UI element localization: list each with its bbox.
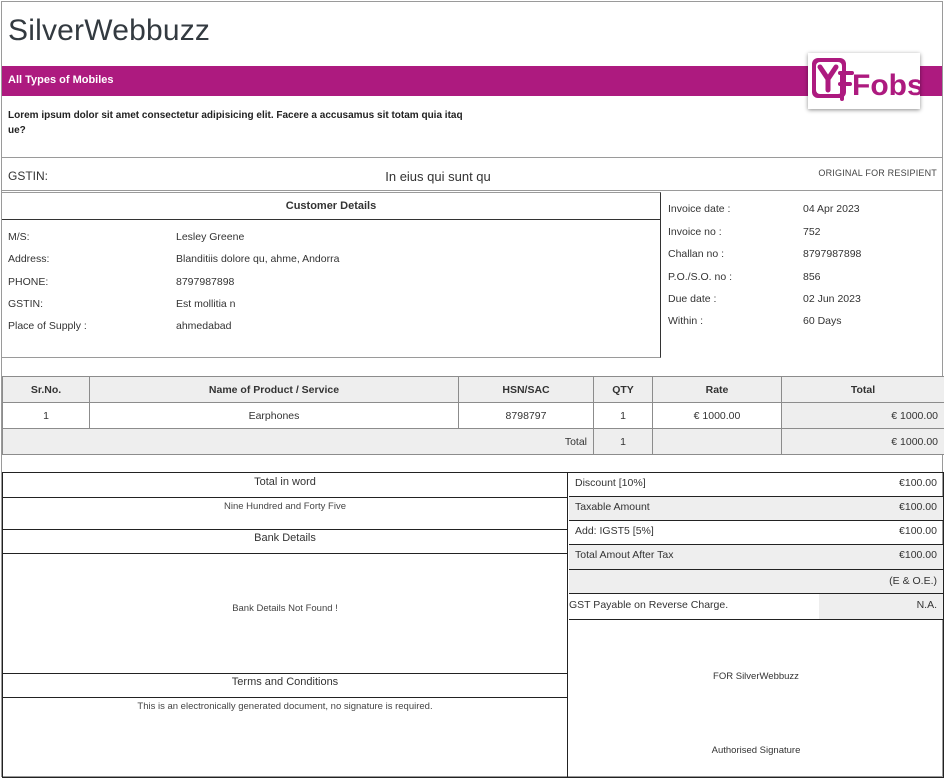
item-hsn: 8798797: [458, 402, 594, 429]
item-name: Earphones: [89, 402, 459, 429]
column-header: QTY: [593, 376, 653, 403]
invoice-date-label: Invoice date :: [668, 203, 731, 215]
gstin-value: In eius qui sunt qu: [385, 169, 491, 184]
customer-name: Lesley Greene: [176, 231, 245, 243]
tagline: All Types of Mobiles: [8, 74, 114, 86]
authorised-signature: Authorised Signature: [711, 745, 801, 756]
after-tax-value: €100.00: [899, 549, 937, 561]
divider: [3, 697, 567, 698]
taxable-value: €100.00: [899, 501, 937, 513]
eoe-text: (E & O.E.): [889, 575, 937, 587]
due-date: 02 Jun 2023: [803, 293, 861, 305]
item-sr-no: 1: [2, 402, 90, 429]
reverse-charge-label: GST Payable on Reverse Charge.: [569, 599, 729, 611]
total-in-word-value: Nine Hundred and Forty Five: [224, 501, 346, 512]
copy-type-label: ORIGINAL FOR RESIPIENT: [818, 168, 937, 178]
divider: [3, 553, 567, 554]
customer-details-box: Customer Details M/S: Lesley Greene Addr…: [2, 192, 661, 358]
bank-details-heading: Bank Details: [254, 532, 316, 544]
summary-left: Total in word Nine Hundred and Forty Fiv…: [3, 473, 568, 777]
customer-label: GSTIN:: [8, 298, 44, 310]
invoice-no: 752: [803, 226, 821, 238]
taxable-label: Taxable Amount: [575, 501, 650, 513]
column-header: HSN/SAC: [458, 376, 594, 403]
customer-label: PHONE:: [8, 276, 49, 288]
company-name: SilverWebbuzz: [8, 14, 211, 47]
discount-label: Discount [10%]: [575, 477, 646, 489]
customer-phone: 8797987898: [176, 276, 235, 288]
igst-label: Add: IGST5 [5%]: [575, 525, 654, 537]
total-label: Total: [2, 428, 594, 455]
reverse-charge-value: N.A.: [819, 594, 943, 619]
eoe-row: (E & O.E.): [569, 570, 943, 594]
gstin-label: GSTIN:: [8, 169, 49, 183]
due-date-label: Due date :: [668, 293, 717, 305]
reverse-charge-row: GST Payable on Reverse Charge. N.A.: [569, 594, 943, 620]
items-total-row: Total 1 € 1000.00: [2, 428, 944, 455]
column-header: Rate: [652, 376, 782, 403]
items-table: Sr.No. Name of Product / Service HSN/SAC…: [2, 376, 944, 455]
invoice-date: 04 Apr 2023: [803, 203, 860, 215]
taxable-row: Taxable Amount €100.00: [569, 497, 943, 521]
divider: [3, 673, 567, 674]
item-qty: 1: [593, 402, 653, 429]
igst-value: €100.00: [899, 525, 937, 537]
company-description: Lorem ipsum dolor sit amet consectetur a…: [8, 110, 463, 136]
challan-no: 8797987898: [803, 248, 862, 260]
customer-place-of-supply: ahmedabad: [176, 320, 232, 332]
for-company: FOR SilverWebbuzz: [713, 671, 799, 682]
customer-label: M/S:: [8, 231, 30, 243]
po-no-label: P.O./S.O. no :: [668, 271, 733, 283]
challan-no-label: Challan no :: [668, 248, 725, 260]
po-no: 856: [803, 271, 821, 283]
invoice-page: SilverWebbuzz All Types of Mobiles Fobs …: [1, 1, 944, 778]
column-header: Total: [781, 376, 944, 403]
customer-address: Blanditiis dolore qu, ahme, Andorra: [176, 253, 340, 265]
customer-gstin: Est mollitia n: [176, 298, 236, 310]
grand-total: € 1000.00: [781, 428, 944, 455]
customer-label: Place of Supply :: [8, 320, 87, 332]
total-rate-empty: [652, 428, 782, 455]
divider: [2, 190, 942, 191]
item-rate: € 1000.00: [652, 402, 782, 429]
summary-section: Total in word Nine Hundred and Forty Fiv…: [2, 472, 944, 778]
divider: [3, 529, 567, 530]
total-qty: 1: [593, 428, 653, 455]
bank-details-value: Bank Details Not Found !: [232, 603, 338, 614]
invoice-no-label: Invoice no :: [668, 226, 722, 238]
after-tax-label: Total Amout After Tax: [575, 549, 674, 561]
divider: [3, 497, 567, 498]
terms-value: This is an electronically generated docu…: [137, 701, 433, 712]
after-tax-row: Total Amout After Tax €100.00: [569, 545, 943, 570]
within-value: 60 Days: [803, 315, 842, 327]
divider: [2, 157, 942, 158]
customer-details-heading: Customer Details: [2, 193, 660, 220]
within-label: Within :: [668, 315, 704, 327]
company-logo: Fobs: [808, 53, 920, 109]
discount-value: €100.00: [899, 477, 937, 489]
total-in-word-heading: Total in word: [254, 476, 316, 488]
igst-row: Add: IGST5 [5%] €100.00: [569, 521, 943, 545]
table-row: 1 Earphones 8798797 1 € 1000.00 € 1000.0…: [2, 402, 944, 429]
svg-text:Fobs: Fobs: [852, 69, 920, 102]
column-header: Sr.No.: [2, 376, 90, 403]
items-header-row: Sr.No. Name of Product / Service HSN/SAC…: [2, 376, 944, 403]
item-total: € 1000.00: [781, 402, 944, 429]
terms-heading: Terms and Conditions: [231, 676, 339, 688]
tagline-banner: All Types of Mobiles: [2, 66, 942, 96]
customer-label: Address:: [8, 253, 50, 265]
logo-icon: Fobs: [812, 58, 920, 102]
column-header: Name of Product / Service: [89, 376, 459, 403]
summary-right: Discount [10%] €100.00 Taxable Amount €1…: [569, 473, 943, 777]
discount-row: Discount [10%] €100.00: [569, 473, 943, 497]
